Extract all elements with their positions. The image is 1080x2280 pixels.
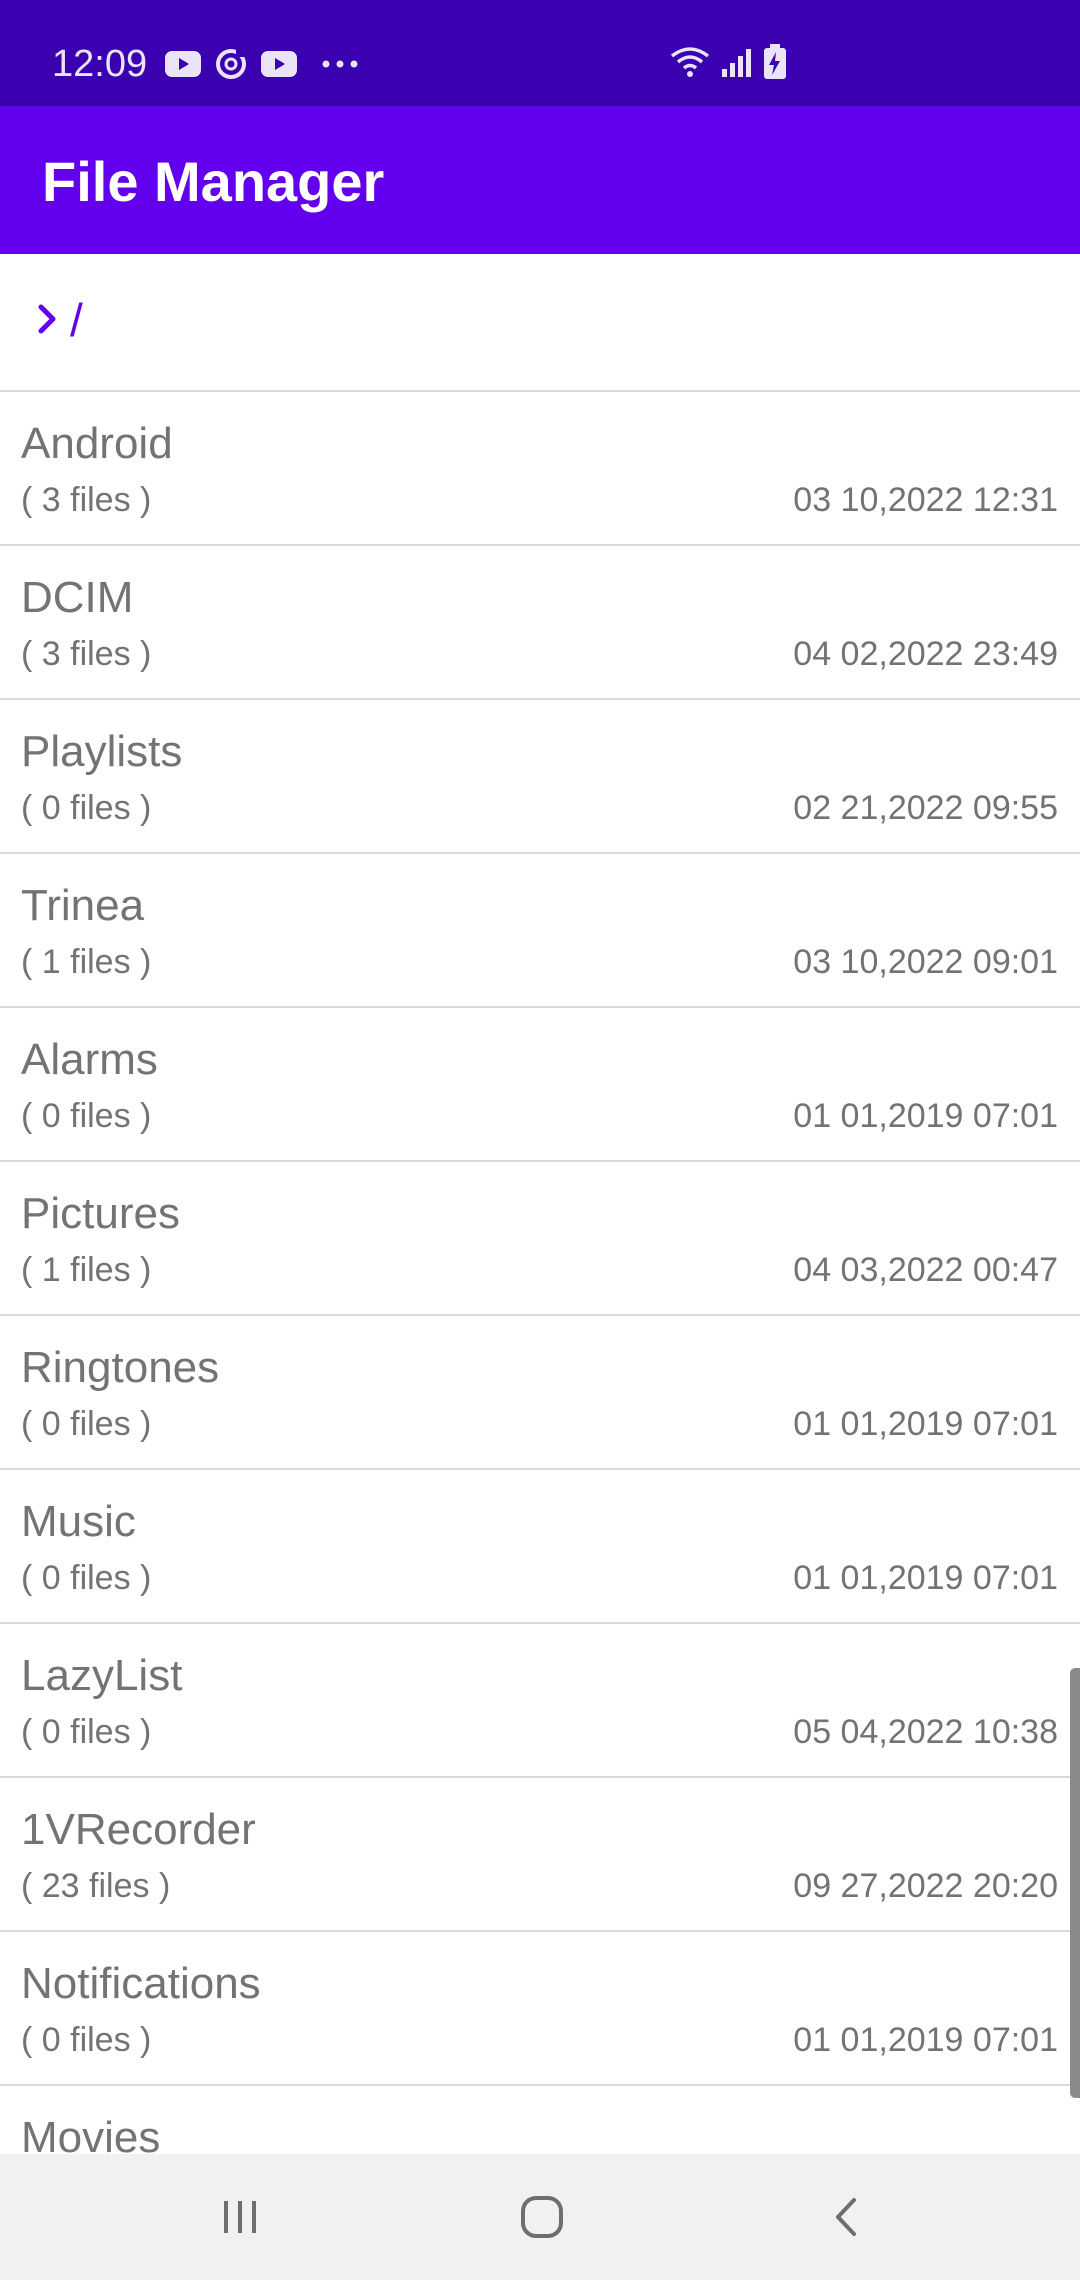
list-item[interactable]: 1VRecorder ( 23 files ) 09 27,2022 20:20: [0, 1778, 1080, 1932]
system-status-icons: [668, 42, 788, 82]
modified-date: 03 10,2022 09:01: [793, 943, 1058, 981]
file-count: ( 0 files ): [21, 1405, 152, 1443]
list-item[interactable]: DCIM ( 3 files ) 04 02,2022 23:49: [0, 546, 1080, 700]
status-bar: 12:09: [0, 0, 1080, 106]
list-item[interactable]: Android ( 3 files ) 03 10,2022 12:31: [0, 392, 1080, 546]
list-item[interactable]: Trinea ( 1 files ) 03 10,2022 09:01: [0, 854, 1080, 1008]
breadcrumb[interactable]: /: [0, 254, 1080, 392]
back-button[interactable]: [766, 2154, 926, 2280]
list-item[interactable]: Playlists ( 0 files ) 02 21,2022 09:55: [0, 700, 1080, 854]
folder-name: Movies: [21, 2113, 161, 2154]
modified-date: 09 27,2022 20:20: [793, 1867, 1058, 1905]
folder-name: 1VRecorder: [21, 1805, 256, 1854]
more-icon: [322, 60, 358, 68]
modified-date: 03 10,2022 12:31: [793, 481, 1058, 519]
file-count: ( 1 files ): [21, 1251, 152, 1289]
modified-date: 04 02,2022 23:49: [793, 635, 1058, 673]
modified-date: 01 01,2019 07:01: [793, 1559, 1058, 1597]
modified-date: 01 01,2019 07:01: [793, 1097, 1058, 1135]
file-count: ( 0 files ): [21, 789, 152, 827]
recents-button[interactable]: [160, 2154, 320, 2280]
file-count: ( 23 files ): [21, 1867, 171, 1905]
folder-name: DCIM: [21, 573, 134, 622]
list-item[interactable]: Ringtones ( 0 files ) 01 01,2019 07:01: [0, 1316, 1080, 1470]
folder-name: Playlists: [21, 727, 183, 776]
notification-icons: [164, 44, 362, 84]
modified-date: 04 03,2022 00:47: [793, 1251, 1058, 1289]
home-icon: [521, 2196, 563, 2238]
recents-icon: [224, 2201, 256, 2233]
file-count: ( 3 files ): [21, 635, 152, 673]
file-count: ( 1 files ): [21, 943, 152, 981]
list-item[interactable]: Movies: [0, 2086, 1080, 2154]
modified-date: 02 21,2022 09:55: [793, 789, 1058, 827]
folder-name: Trinea: [21, 881, 145, 930]
folder-name: Alarms: [21, 1035, 158, 1084]
list-item[interactable]: LazyList ( 0 files ) 05 04,2022 10:38: [0, 1624, 1080, 1778]
file-count: ( 3 files ): [21, 481, 152, 519]
file-count: ( 0 files ): [21, 2021, 152, 2059]
sync-icon: [216, 49, 246, 79]
file-count: ( 0 files ): [21, 1713, 152, 1751]
folder-name: Ringtones: [21, 1343, 220, 1392]
youtube-icon: [165, 51, 201, 77]
folder-name: Music: [21, 1497, 136, 1546]
youtube-icon: [261, 51, 297, 77]
list-item[interactable]: Music ( 0 files ) 01 01,2019 07:01: [0, 1470, 1080, 1624]
folder-name: LazyList: [21, 1651, 183, 1700]
folder-name: Notifications: [21, 1959, 261, 2008]
modified-date: 01 01,2019 07:01: [793, 2021, 1058, 2059]
scrollbar[interactable]: [1070, 1668, 1080, 2098]
app-bar: File Manager: [0, 106, 1080, 254]
file-count: ( 0 files ): [21, 1559, 152, 1597]
page-title: File Manager: [42, 150, 385, 213]
file-list[interactable]: Android ( 3 files ) 03 10,2022 12:31 DCI…: [0, 392, 1080, 2154]
list-item[interactable]: Notifications ( 0 files ) 01 01,2019 07:…: [0, 1932, 1080, 2086]
breadcrumb-path[interactable]: /: [70, 292, 83, 348]
wifi-icon: [670, 47, 710, 77]
file-count: ( 0 files ): [21, 1097, 152, 1135]
list-item[interactable]: Pictures ( 1 files ) 04 03,2022 00:47: [0, 1162, 1080, 1316]
folder-name: Android: [21, 419, 173, 468]
battery-charging-icon: [764, 44, 786, 79]
home-button[interactable]: [462, 2154, 622, 2280]
navigation-bar: [0, 2154, 1080, 2280]
modified-date: 01 01,2019 07:01: [793, 1405, 1058, 1443]
list-item[interactable]: Alarms ( 0 files ) 01 01,2019 07:01: [0, 1008, 1080, 1162]
modified-date: 05 04,2022 10:38: [793, 1713, 1058, 1751]
chevron-right-icon: [38, 304, 56, 334]
folder-name: Pictures: [21, 1189, 180, 1238]
signal-icon: [722, 49, 751, 77]
back-icon: [836, 2198, 856, 2236]
status-time: 12:09: [52, 43, 148, 85]
